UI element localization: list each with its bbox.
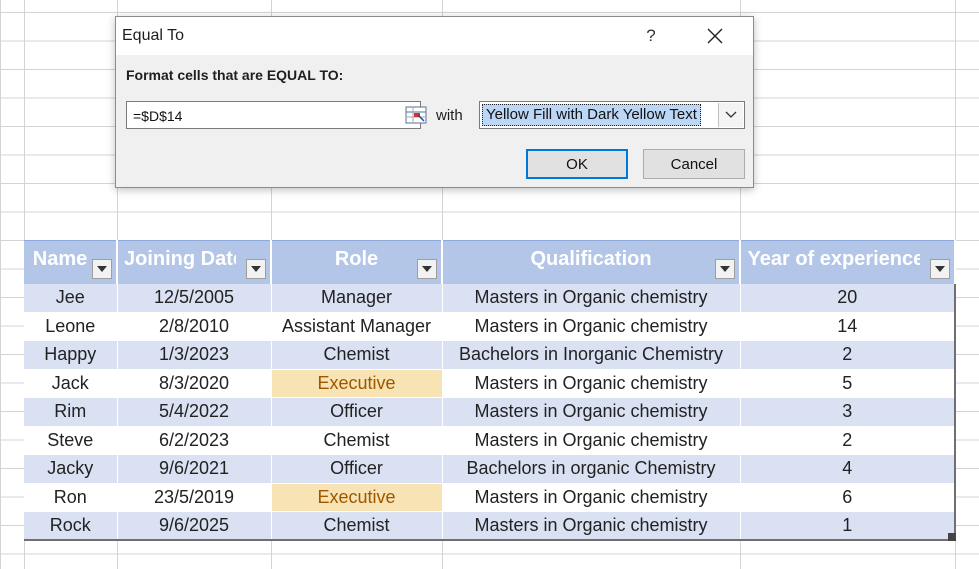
table-row: Leone 2/8/2010 Assistant Manager Masters… [24, 312, 956, 341]
header-name[interactable]: Name [24, 240, 118, 284]
cell-qualification[interactable]: Masters in Organic chemistry [442, 397, 741, 427]
ok-button[interactable]: OK [526, 149, 628, 179]
dialog-title-bar[interactable]: Equal To ? [116, 17, 753, 55]
chevron-down-icon[interactable] [718, 103, 743, 127]
cell-name[interactable]: Rim [24, 397, 118, 427]
filter-dropdown-icon[interactable] [246, 258, 266, 279]
cell-role[interactable]: Chemist [271, 511, 443, 541]
table-row: Jack 8/3/2020 Executive Masters in Organ… [24, 369, 956, 398]
cell-years[interactable]: 20 [740, 283, 956, 313]
table-row: Happy 1/3/2023 Chemist Bachelors in Inor… [24, 340, 956, 370]
cell-date[interactable]: 23/5/2019 [117, 483, 272, 512]
cell-role[interactable]: Manager [271, 283, 443, 313]
cell-role[interactable]: Chemist [271, 426, 443, 455]
table-row: Jee 12/5/2005 Manager Masters in Organic… [24, 283, 956, 313]
cell-years[interactable]: 1 [740, 511, 956, 541]
cell-role[interactable]: Officer [271, 454, 443, 484]
cell-date[interactable]: 8/3/2020 [117, 369, 272, 398]
cell-role-highlighted[interactable]: Executive [271, 483, 443, 512]
value-input[interactable] [131, 103, 395, 129]
cell-date[interactable]: 12/5/2005 [117, 283, 272, 313]
cell-name[interactable]: Jee [24, 283, 118, 313]
cell-date[interactable]: 1/3/2023 [117, 340, 272, 370]
header-role[interactable]: Role [271, 240, 443, 284]
header-label: Role [334, 247, 379, 270]
table-row: Ron 23/5/2019 Executive Masters in Organ… [24, 483, 956, 512]
cell-years[interactable]: 14 [740, 312, 956, 341]
cell-years[interactable]: 2 [740, 426, 956, 455]
cell-name[interactable]: Happy [24, 340, 118, 370]
cell-name[interactable]: Jacky [24, 454, 118, 484]
table-row: Steve 6/2/2023 Chemist Masters in Organi… [24, 426, 956, 455]
header-year-of-experience[interactable]: Year of experience [740, 240, 956, 284]
header-qualification[interactable]: Qualification [442, 240, 741, 284]
cell-qualification[interactable]: Bachelors in organic Chemistry [442, 454, 741, 484]
cell-name[interactable]: Ron [24, 483, 118, 512]
table-row: Jacky 9/6/2021 Officer Bachelors in orga… [24, 454, 956, 484]
dialog-title: Equal To [122, 27, 184, 44]
header-joining-date[interactable]: Joining Date [117, 240, 272, 284]
header-label: Year of experience [747, 247, 920, 270]
close-icon[interactable] [700, 21, 730, 51]
format-selected-value: Yellow Fill with Dark Yellow Text [482, 104, 701, 126]
cell-qualification[interactable]: Masters in Organic chemistry [442, 426, 741, 455]
table-row: Rim 5/4/2022 Officer Masters in Organic … [24, 397, 956, 427]
cell-role[interactable]: Assistant Manager [271, 312, 443, 341]
data-table: Name Joining Date Role Qualification Yea… [24, 240, 956, 541]
cell-date[interactable]: 2/8/2010 [117, 312, 272, 341]
cell-qualification[interactable]: Masters in Organic chemistry [442, 283, 741, 313]
cell-name[interactable]: Leone [24, 312, 118, 341]
cancel-button[interactable]: Cancel [643, 149, 745, 179]
format-select[interactable]: Yellow Fill with Dark Yellow Text [479, 101, 745, 129]
value-field[interactable] [126, 101, 427, 129]
filter-dropdown-icon[interactable] [92, 258, 112, 279]
cell-qualification[interactable]: Masters in Organic chemistry [442, 483, 741, 512]
with-label: with [436, 107, 463, 124]
cell-years[interactable]: 2 [740, 340, 956, 370]
cell-name[interactable]: Rock [24, 511, 118, 541]
cell-date[interactable]: 9/6/2021 [117, 454, 272, 484]
cell-years[interactable]: 4 [740, 454, 956, 484]
cell-date[interactable]: 5/4/2022 [117, 397, 272, 427]
equal-to-dialog: Equal To ? Format cells that are EQUAL T… [115, 16, 754, 188]
cell-years[interactable]: 3 [740, 397, 956, 427]
filter-dropdown-icon[interactable] [715, 258, 735, 279]
cell-name[interactable]: Steve [24, 426, 118, 455]
header-label: Name [32, 247, 88, 270]
header-label: Joining Date [124, 247, 236, 270]
filter-dropdown-icon[interactable] [417, 258, 437, 279]
cell-years[interactable]: 6 [740, 483, 956, 512]
cell-role-highlighted[interactable]: Executive [271, 369, 443, 398]
help-button[interactable]: ? [636, 21, 666, 51]
cell-date[interactable]: 6/2/2023 [117, 426, 272, 455]
header-label: Qualification [530, 247, 652, 270]
cell-date[interactable]: 9/6/2025 [117, 511, 272, 541]
cell-years[interactable]: 5 [740, 369, 956, 398]
table-resize-handle[interactable] [948, 533, 956, 541]
collapse-dialog-icon[interactable] [403, 104, 429, 126]
cell-qualification[interactable]: Masters in Organic chemistry [442, 312, 741, 341]
cell-qualification[interactable]: Bachelors in Inorganic Chemistry [442, 340, 741, 370]
table-header-row: Name Joining Date Role Qualification Yea… [24, 240, 956, 284]
cell-qualification[interactable]: Masters in Organic chemistry [442, 511, 741, 541]
table-row: Rock 9/6/2025 Chemist Masters in Organic… [24, 511, 956, 541]
cell-role[interactable]: Chemist [271, 340, 443, 370]
cell-qualification[interactable]: Masters in Organic chemistry [442, 369, 741, 398]
dialog-instruction: Format cells that are EQUAL TO: [126, 67, 344, 83]
cell-role[interactable]: Officer [271, 397, 443, 427]
filter-dropdown-icon[interactable] [930, 258, 950, 279]
cell-name[interactable]: Jack [24, 369, 118, 398]
